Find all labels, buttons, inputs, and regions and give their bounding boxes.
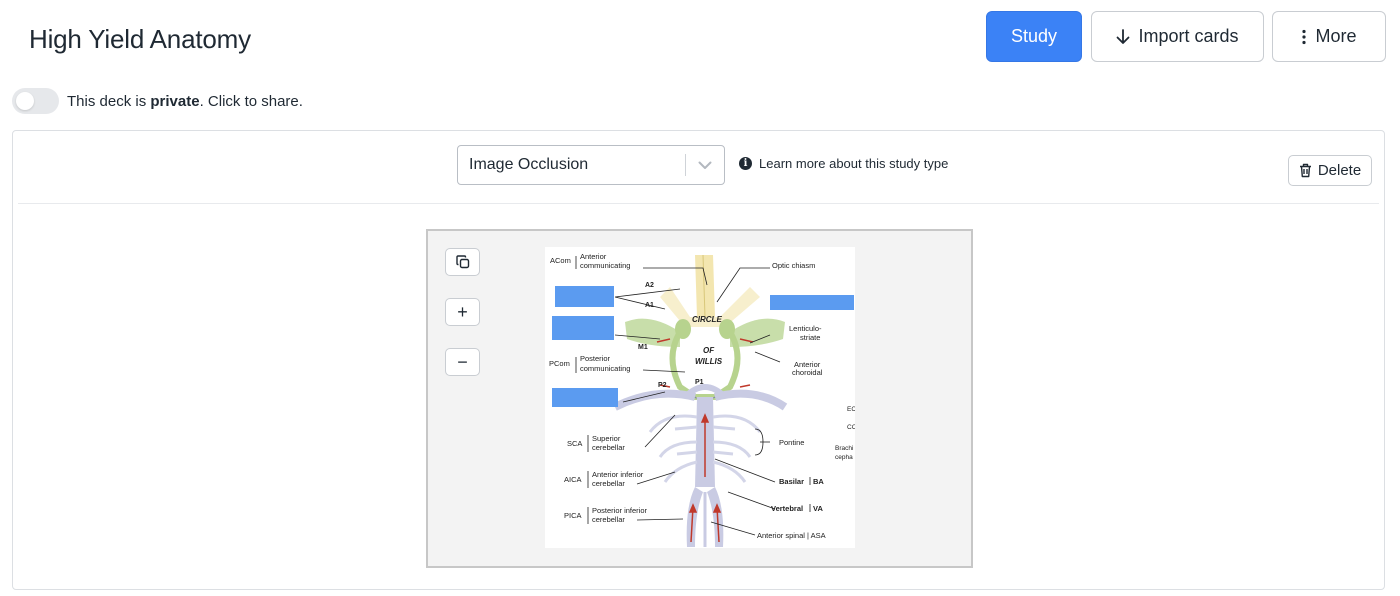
privacy-status: private <box>150 92 200 110</box>
toggle-knob <box>16 92 34 110</box>
pcom-name-2: communicating <box>580 364 630 373</box>
plus-icon: + <box>457 301 468 322</box>
ant-chor-2: choroidal <box>792 368 823 377</box>
pcom-abbr: PCom <box>549 359 570 368</box>
copy-button[interactable] <box>445 248 480 276</box>
occlusion-mask[interactable] <box>770 295 854 310</box>
basilar-label: Basilar <box>779 477 804 486</box>
acom-abbr: ACom <box>550 256 571 265</box>
more-label: More <box>1315 26 1357 46</box>
lenticulo-2: striate <box>800 333 820 342</box>
eca-label: EC <box>847 406 855 413</box>
vertebral-label: Vertebral <box>771 504 803 513</box>
privacy-prefix: This deck is <box>67 92 151 110</box>
study-type-select[interactable]: Image Occlusion <box>457 145 725 185</box>
asa-label: Anterior spinal | ASA <box>757 531 826 540</box>
learn-more-label: Learn more about this study type <box>759 156 949 171</box>
m1-label: M1 <box>638 344 648 351</box>
va-label: VA <box>813 504 823 513</box>
p1-label: P1 <box>695 379 704 386</box>
zoom-in-button[interactable]: + <box>445 298 480 326</box>
pcom-name-1: Posterior <box>580 354 611 363</box>
sca-name-1: Superior <box>592 434 621 443</box>
acom-name-2: communicating <box>580 261 630 270</box>
acom-name-1: Anterior <box>580 252 607 261</box>
occlusion-canvas[interactable]: + − ACom Anterior communicating Optic ch… <box>426 229 973 568</box>
study-type-value: Image Occlusion <box>469 156 589 173</box>
optic-label: Optic chiasm <box>772 261 815 270</box>
chevron-down-icon <box>686 161 724 170</box>
study-button[interactable]: Study <box>986 11 1082 62</box>
import-cards-button[interactable]: Import cards <box>1091 11 1264 62</box>
occlusion-mask[interactable] <box>552 316 614 340</box>
zoom-out-button[interactable]: − <box>445 348 480 376</box>
card-editor-panel: Image Occlusion i Learn more about this … <box>12 130 1385 590</box>
a2-label: A2 <box>645 282 654 289</box>
aica-name-1: Anterior inferior <box>592 470 644 479</box>
brachio-2: cepha <box>835 454 853 461</box>
circle-of-willis-image: ACom Anterior communicating Optic chiasm… <box>545 247 857 548</box>
info-icon: i <box>739 157 752 170</box>
circle-label: CIRCLE <box>692 315 722 324</box>
trash-icon <box>1299 163 1311 178</box>
more-button[interactable]: More <box>1272 11 1386 62</box>
minus-icon: − <box>457 351 468 372</box>
aica-abbr: AICA <box>564 475 582 484</box>
willis-label: WILLIS <box>695 357 723 366</box>
learn-more-link[interactable]: i Learn more about this study type <box>739 156 948 171</box>
panel-divider <box>18 203 1379 204</box>
sca-name-2: cerebellar <box>592 443 625 452</box>
vertical-ellipsis-icon <box>1302 29 1307 44</box>
lenticulo-1: Lenticulo- <box>789 324 822 333</box>
copy-icon <box>455 255 469 269</box>
p2-label: P2 <box>658 382 667 389</box>
deck-title: High Yield Anatomy <box>29 24 251 54</box>
sca-abbr: SCA <box>567 439 582 448</box>
header: High Yield Anatomy Study Import cards Mo… <box>0 0 1400 80</box>
share-toggle[interactable] <box>12 88 59 114</box>
ba-label: BA <box>813 477 824 486</box>
delete-button[interactable]: Delete <box>1288 155 1372 186</box>
pica-name-1: Posterior inferior <box>592 506 648 515</box>
privacy-text[interactable]: This deck is private. Click to share. <box>67 93 303 110</box>
occlusion-mask[interactable] <box>555 286 614 307</box>
cca-label: CC <box>847 424 855 431</box>
import-cards-label: Import cards <box>1138 26 1239 46</box>
pontine-label: Pontine <box>779 438 804 447</box>
delete-label: Delete <box>1317 162 1362 179</box>
pica-abbr: PICA <box>564 511 582 520</box>
brachio-1: Brachi <box>835 445 853 452</box>
arrow-down-icon <box>1117 28 1130 44</box>
pica-name-2: cerebellar <box>592 515 625 524</box>
a1-label: A1 <box>645 302 654 309</box>
of-label: OF <box>703 346 715 355</box>
privacy-suffix: . Click to share. <box>199 92 303 110</box>
study-button-label: Study <box>1010 26 1058 46</box>
privacy-row: This deck is private. Click to share. <box>12 88 303 114</box>
occlusion-mask[interactable] <box>552 388 618 407</box>
aica-name-2: cerebellar <box>592 479 625 488</box>
